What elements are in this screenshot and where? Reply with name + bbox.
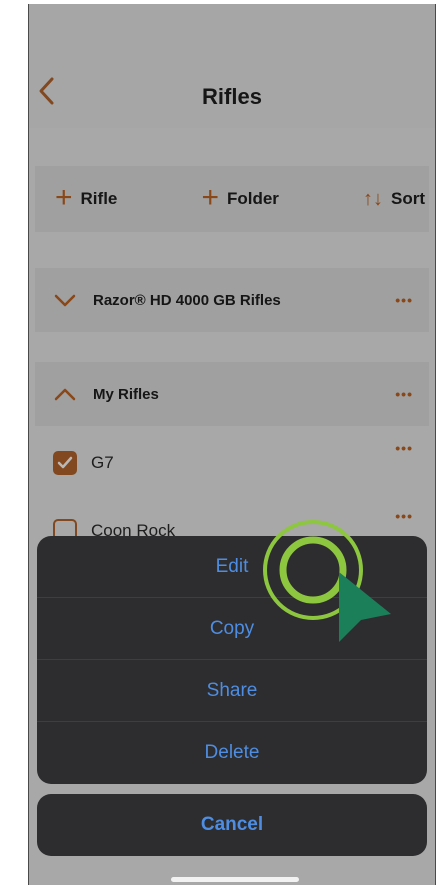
- home-indicator: [171, 877, 299, 882]
- action-sheet: Edit Copy Share Delete: [37, 536, 427, 784]
- edit-button[interactable]: Edit: [37, 536, 427, 598]
- delete-button[interactable]: Delete: [37, 722, 427, 784]
- share-button[interactable]: Share: [37, 660, 427, 722]
- copy-button[interactable]: Copy: [37, 598, 427, 660]
- cancel-button[interactable]: Cancel: [37, 794, 427, 856]
- app-screen: Rifles + Rifle + Folder ↑↓ Sort Razor® H…: [28, 4, 436, 885]
